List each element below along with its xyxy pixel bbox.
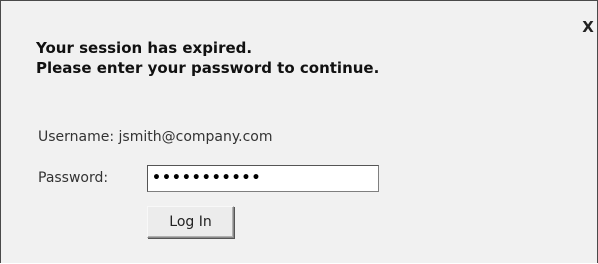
username-label: Username:	[38, 129, 115, 145]
login-button[interactable]: Log In	[147, 206, 234, 238]
close-icon[interactable]: X	[581, 20, 595, 35]
username-row: Username: jsmith@company.com	[38, 129, 273, 145]
message-line-2: Please enter your password to continue.	[36, 59, 380, 77]
message-line-1: Your session has expired.	[36, 39, 253, 57]
session-expired-dialog: X Your session has expired. Please enter…	[0, 0, 598, 263]
password-label: Password:	[38, 170, 109, 186]
password-field[interactable]: •••••••••••	[147, 165, 379, 192]
dialog-message: Your session has expired. Please enter y…	[36, 38, 379, 78]
username-value: jsmith@company.com	[118, 129, 273, 145]
